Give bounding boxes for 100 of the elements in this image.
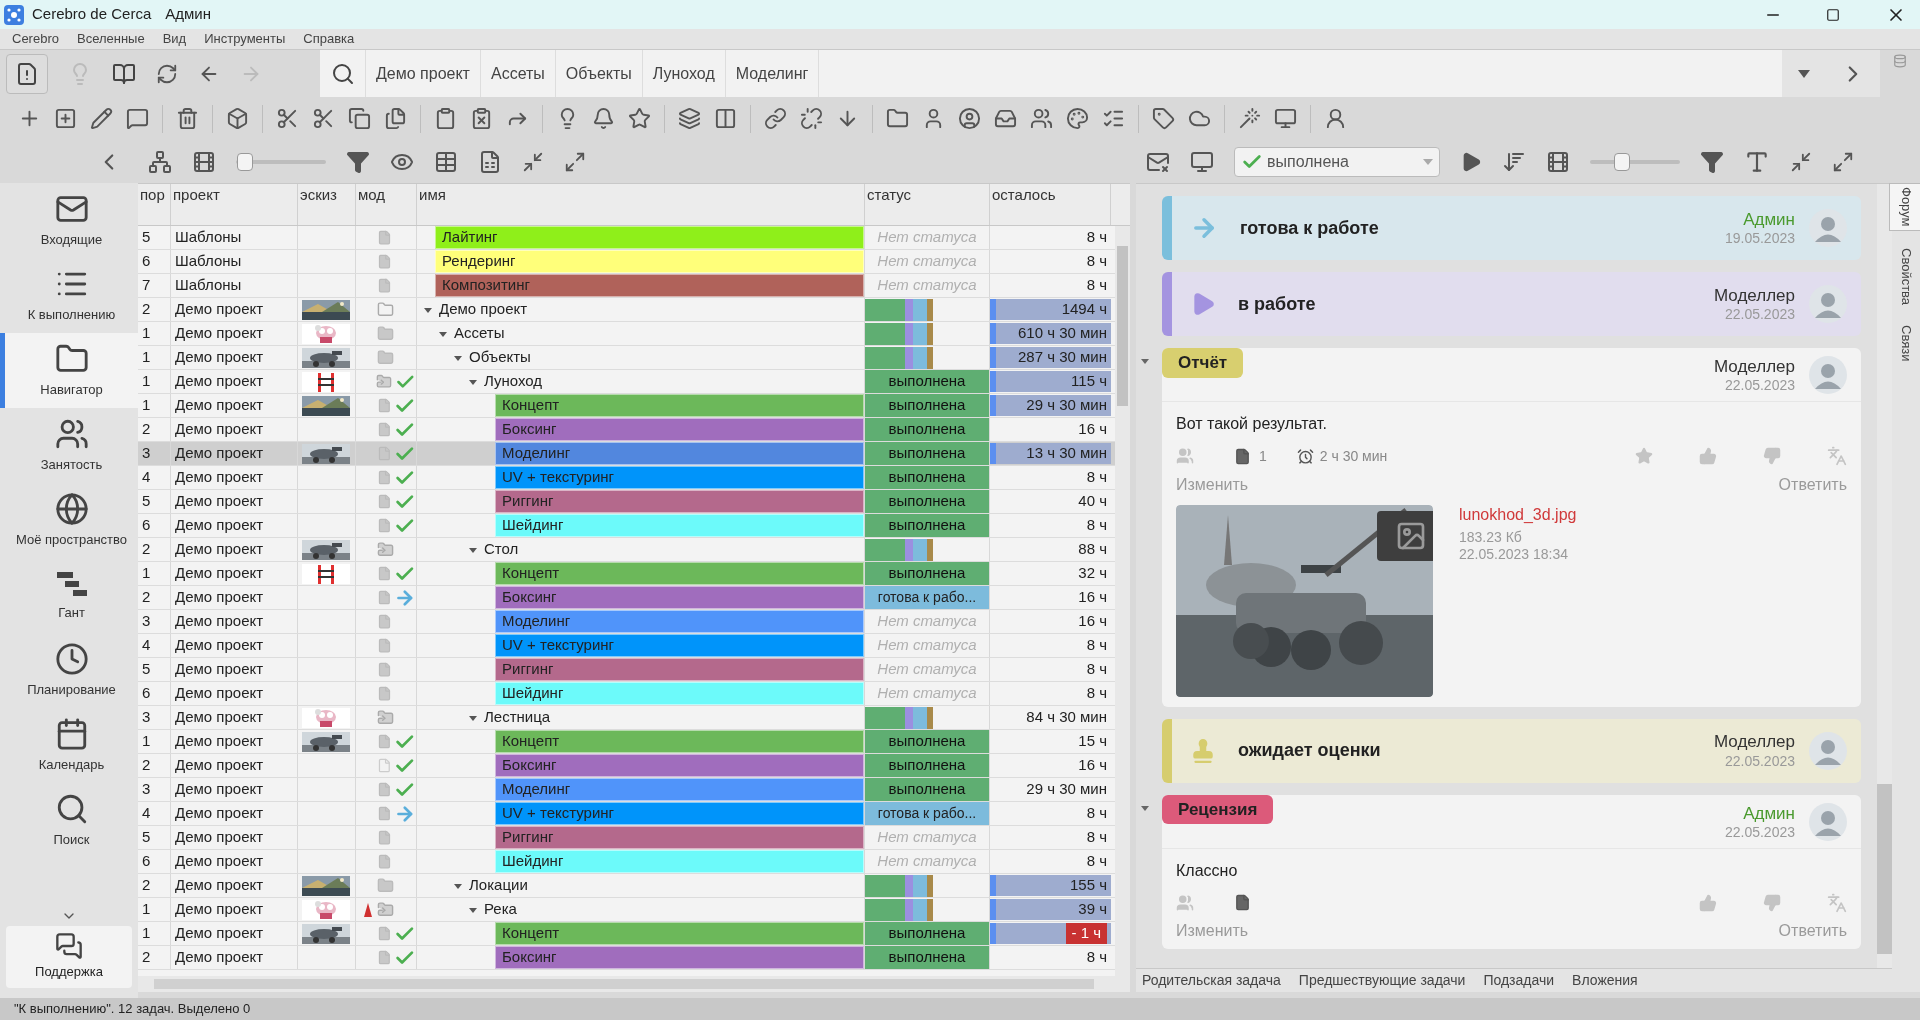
document-icon[interactable] <box>1234 894 1251 911</box>
thumbs-down-icon[interactable] <box>1763 893 1781 912</box>
table-row[interactable]: 2 Демо проект Боксинг выполнена 16 ч <box>138 418 1115 442</box>
menu-item[interactable]: Справка <box>303 29 355 49</box>
column-header[interactable]: пор <box>138 184 171 225</box>
table-row[interactable]: 1 Демо проект Концепт выполнена - 1 ч <box>138 922 1115 946</box>
table-row[interactable]: 3 Демо проект Моделинг выполнена 29 ч 30 мин <box>138 778 1115 802</box>
dropdown-icon[interactable] <box>1796 68 1811 79</box>
folder-icon[interactable] <box>886 107 909 130</box>
column-header[interactable]: мод <box>356 184 417 225</box>
table-row[interactable]: 4 Демо проект UV + текстуринг Нет статуса 8 ч <box>138 634 1115 658</box>
sidebar-item[interactable]: Моё пространство <box>0 483 138 558</box>
layers-icon[interactable] <box>678 107 701 130</box>
spreadsheet-icon[interactable] <box>478 149 502 174</box>
table-row[interactable]: 6 Демо проект Шейдинг выполнена 8 ч <box>138 514 1115 538</box>
maximize-icon[interactable] <box>1826 7 1840 22</box>
scrollbar[interactable] <box>138 976 1130 992</box>
film-icon[interactable] <box>192 149 216 174</box>
thumbs-down-icon[interactable] <box>1763 447 1781 466</box>
sidebar-item[interactable]: Календарь <box>0 708 138 783</box>
bottom-tab[interactable]: Подзадачи <box>1483 970 1555 991</box>
document-icon[interactable] <box>1234 447 1251 465</box>
bottom-tab[interactable]: Вложения <box>1572 970 1638 991</box>
table-row[interactable]: 7 Шаблоны Композитинг Нет статуса 8 ч <box>138 274 1115 298</box>
table-row[interactable]: 1 Демо проект Объекты 287 ч 30 мин <box>138 346 1115 370</box>
side-tab[interactable]: Связи <box>1890 321 1920 364</box>
table-row[interactable]: 1 Демо проект Концепт выполнена 15 ч <box>138 730 1115 754</box>
refresh-icon[interactable] <box>156 62 178 85</box>
menu-item[interactable]: Инструменты <box>204 29 286 49</box>
sidebar-item[interactable]: Гант <box>0 558 138 633</box>
warning-icon[interactable] <box>15 61 39 86</box>
zoom-slider[interactable] <box>236 152 326 171</box>
table-row[interactable]: 1 Демо проект Река 39 ч <box>138 898 1115 922</box>
scrollbar[interactable] <box>1115 226 1130 976</box>
add-subtask-icon[interactable] <box>54 107 77 130</box>
menu-item[interactable]: Cerebro <box>12 29 59 49</box>
table-row[interactable]: 5 Шаблоны Лайтинг Нет статуса 8 ч <box>138 226 1115 250</box>
file-link[interactable]: lunokhod_3d.jpg <box>1459 504 1577 525</box>
collapse-all-icon[interactable] <box>1790 150 1812 173</box>
table-row[interactable]: 3 Демо проект Моделинг Нет статуса 16 ч <box>138 610 1115 634</box>
side-tab[interactable]: Форум <box>1889 183 1920 231</box>
link-icon[interactable] <box>764 107 787 130</box>
monitor-icon[interactable] <box>1190 149 1214 174</box>
bell-icon[interactable] <box>592 107 615 130</box>
search-icon[interactable] <box>330 61 355 86</box>
table-row[interactable]: 3 Демо проект Моделинг выполнена 13 ч 30 мин <box>138 442 1115 466</box>
table-row[interactable]: 2 Демо проект Боксинг готова к рабо... 16 ч <box>138 586 1115 610</box>
tag-icon[interactable] <box>1152 107 1175 130</box>
unlink-icon[interactable] <box>800 107 823 130</box>
collapse-all-icon[interactable] <box>522 150 544 173</box>
files-icon[interactable] <box>384 107 407 130</box>
inbox-icon[interactable] <box>994 107 1017 130</box>
palette-icon[interactable] <box>1066 107 1089 130</box>
filter-icon[interactable] <box>346 149 370 174</box>
sidebar-item[interactable]: Занятость <box>0 408 138 483</box>
table-row[interactable]: 2 Демо проект Боксинг выполнена 16 ч <box>138 754 1115 778</box>
bottom-tab[interactable]: Родительская задача <box>1142 970 1281 991</box>
status-dropdown[interactable]: выполнена <box>1234 146 1440 177</box>
column-header[interactable]: статус <box>865 184 990 225</box>
table-row[interactable]: 2 Демо проект Локации 155 ч <box>138 874 1115 898</box>
expand-all-icon[interactable] <box>1832 150 1854 173</box>
scissors-icon[interactable] <box>312 107 335 130</box>
box-icon[interactable] <box>226 107 249 130</box>
table-row[interactable]: 5 Демо проект Риггинг Нет статуса 8 ч <box>138 658 1115 682</box>
column-header[interactable]: осталось <box>990 184 1111 225</box>
wand-icon[interactable] <box>1238 107 1261 130</box>
sidebar-item[interactable]: Навигатор <box>0 333 138 408</box>
zoom-slider[interactable] <box>1590 152 1680 171</box>
people-icon[interactable] <box>1030 107 1053 130</box>
column-header[interactable]: имя <box>417 184 865 225</box>
user-circle-icon[interactable] <box>958 107 981 130</box>
sidebar-item[interactable]: Поиск <box>0 783 138 858</box>
table-row[interactable]: 6 Шаблоны Рендеринг Нет статуса 8 ч <box>138 250 1115 274</box>
table-row[interactable]: 1 Демо проект Концепт выполнена 29 ч 30 мин <box>138 394 1115 418</box>
support-button[interactable]: Поддержка <box>6 926 132 988</box>
star-icon[interactable] <box>628 107 651 130</box>
thumbs-up-icon[interactable] <box>1699 893 1717 912</box>
film-icon[interactable] <box>1546 149 1570 174</box>
sidebar-item[interactable]: К выполнению <box>0 258 138 333</box>
clipboard-icon[interactable] <box>434 107 457 130</box>
star-icon[interactable] <box>1635 447 1653 466</box>
sidebar-item[interactable]: Планирование <box>0 633 138 708</box>
slider-thumb[interactable] <box>1613 152 1630 171</box>
book-icon[interactable] <box>112 61 136 86</box>
table-row[interactable]: 4 Демо проект UV + текстуринг выполнена 8 ч <box>138 466 1115 490</box>
grid-icon[interactable] <box>434 149 458 174</box>
table-row[interactable]: 5 Демо проект Риггинг выполнена 40 ч <box>138 490 1115 514</box>
clock-icon[interactable] <box>54 641 89 676</box>
caret-icon[interactable] <box>1140 356 1150 366</box>
table-row[interactable]: 6 Демо проект Шейдинг Нет статуса 8 ч <box>138 682 1115 706</box>
table-row[interactable]: 6 Демо проект Шейдинг Нет статуса 8 ч <box>138 850 1115 874</box>
side-tab[interactable]: Свойства <box>1890 244 1920 308</box>
filter-icon[interactable] <box>1700 149 1724 174</box>
table-row[interactable]: 1 Демо проект Концепт выполнена 32 ч <box>138 562 1115 586</box>
table-row[interactable]: 1 Демо проект Ассеты 610 ч 30 мин <box>138 322 1115 346</box>
trash-icon[interactable] <box>176 107 199 130</box>
columns-icon[interactable] <box>714 107 737 130</box>
column-header[interactable]: эскиз <box>298 184 356 225</box>
pencil-icon[interactable] <box>90 107 113 130</box>
clipboard-icon[interactable] <box>470 107 493 130</box>
